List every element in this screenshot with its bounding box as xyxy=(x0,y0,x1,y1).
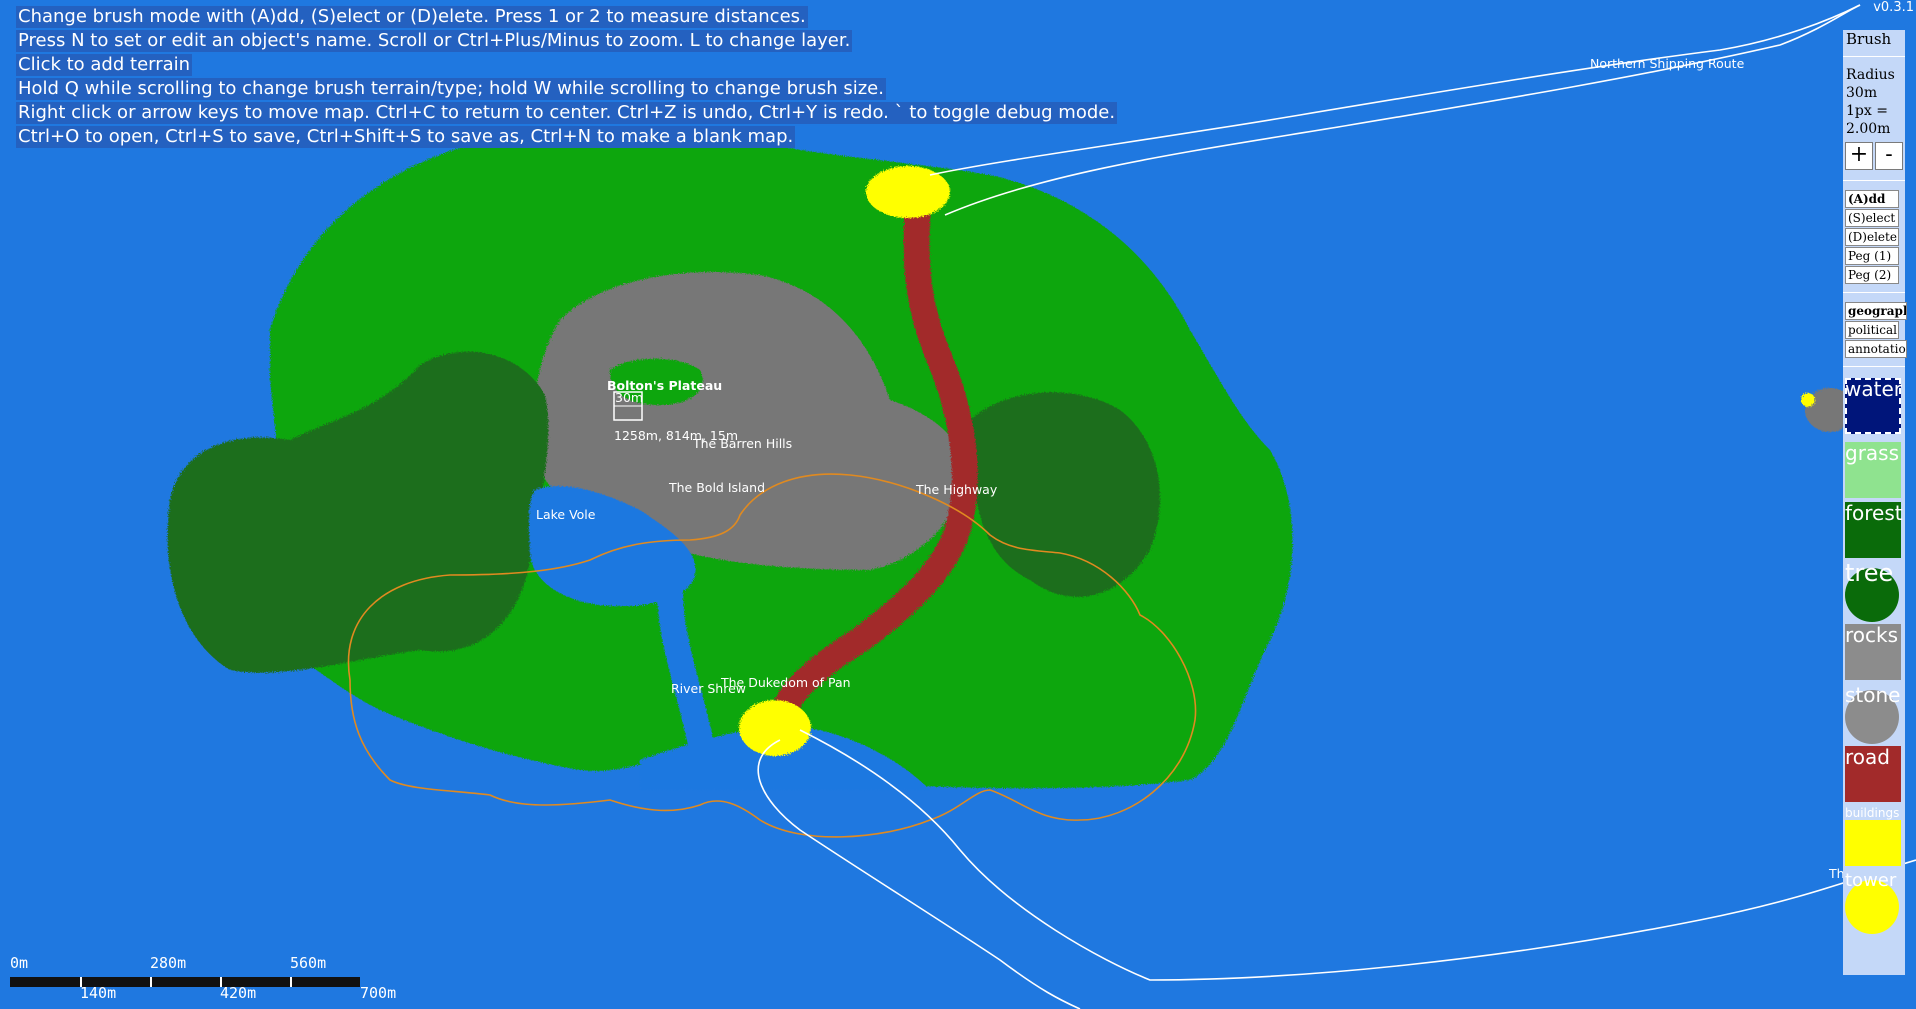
scale-tick-420: 420m xyxy=(220,984,257,1002)
bold-island-label: The Bold Island xyxy=(668,480,765,495)
peg-2-button[interactable]: Peg (2) xyxy=(1845,266,1899,284)
divider xyxy=(1843,56,1905,57)
northern-route-label: Northern Shipping Route xyxy=(1590,56,1745,71)
radius-label: Radius xyxy=(1846,67,1895,83)
help-line-4: Hold Q while scrolling to change brush t… xyxy=(16,78,886,100)
scale-value: 2.00m xyxy=(1846,121,1891,137)
highway-label: The Highway xyxy=(915,482,998,497)
help-line-6: Ctrl+O to open, Ctrl+S to save, Ctrl+Shi… xyxy=(16,126,796,148)
scale-tick-700: 700m xyxy=(360,984,397,1002)
radius-value: 30m xyxy=(1846,85,1878,101)
scale-bar-line xyxy=(10,977,360,987)
east-islet-building xyxy=(1801,393,1815,407)
help-line-2: Press N to set or edit an object's name.… xyxy=(16,30,853,52)
mode-add-button[interactable]: (A)dd xyxy=(1845,190,1899,208)
lake-vole-label: Lake Vole xyxy=(536,507,596,522)
increase-radius-button[interactable]: + xyxy=(1845,142,1873,170)
terrain-road-swatch[interactable]: road xyxy=(1845,746,1901,806)
help-text: Change brush mode with (A)dd, (S)elect o… xyxy=(16,6,1118,150)
scale-tick-280: 280m xyxy=(150,954,187,972)
buildings-swatch-fill xyxy=(1845,820,1901,866)
scale-tick-mark xyxy=(150,977,152,987)
divider xyxy=(1843,180,1905,181)
decrease-radius-button[interactable]: - xyxy=(1875,142,1903,170)
scale-bar: 0m 280m 560m 140m 420m 700m xyxy=(10,952,396,1006)
terrain-name: buildings xyxy=(1845,806,1900,820)
south-town xyxy=(739,700,811,756)
terrain-name: stone xyxy=(1845,683,1901,707)
terrain-grass-swatch[interactable]: grass xyxy=(1845,442,1901,502)
peg-1-button[interactable]: Peg (1) xyxy=(1845,247,1899,265)
scale-label: 1px = xyxy=(1846,103,1888,119)
barren-hills-label: The Barren Hills xyxy=(692,436,792,451)
terrain-tree-swatch[interactable]: tree xyxy=(1845,559,1901,622)
terrain-name: water xyxy=(1845,377,1902,401)
panel-title: Brush xyxy=(1846,30,1892,48)
help-line-3: Click to add terrain xyxy=(16,54,193,76)
radius-info: Radius 30m 1px = 2.00m xyxy=(1846,66,1895,138)
terrain-rocks-swatch[interactable]: rocks xyxy=(1845,624,1901,684)
terrain-forest-swatch[interactable]: forest xyxy=(1845,501,1903,562)
map-canvas[interactable]: Northern Shipping Route Bolton's Plateau… xyxy=(0,0,1916,1009)
brush-panel: Brush Radius 30m 1px = 2.00m + - (A)dd (… xyxy=(1843,30,1907,975)
mode-select-button[interactable]: (S)elect xyxy=(1845,209,1899,227)
terrain-stone-swatch[interactable]: stone xyxy=(1845,684,1901,744)
plateau-marker-text: 30m xyxy=(615,390,643,405)
scale-tick-560: 560m xyxy=(290,954,327,972)
terrain-name: tree xyxy=(1845,559,1894,587)
help-line-5: Right click or arrow keys to move map. C… xyxy=(16,102,1118,124)
terrain-name: forest xyxy=(1845,501,1903,525)
terrain-name: grass xyxy=(1845,441,1900,465)
terrain-tower-swatch[interactable]: tower xyxy=(1845,870,1901,934)
mode-delete-button[interactable]: (D)elete xyxy=(1845,228,1899,246)
scale-tick-mark xyxy=(290,977,292,987)
layer-annotation-button[interactable]: annotation xyxy=(1845,340,1907,358)
terrain-buildings-swatch[interactable]: buildings xyxy=(1845,806,1901,866)
terrain-name: rocks xyxy=(1845,623,1899,647)
terrain-water-swatch[interactable]: water xyxy=(1845,377,1902,438)
terrain-name: tower xyxy=(1845,870,1897,891)
help-line-1: Change brush mode with (A)dd, (S)elect o… xyxy=(16,6,808,28)
scale-tick-140: 140m xyxy=(80,984,117,1002)
divider xyxy=(1843,292,1905,293)
river-shrew-label: River Shrew xyxy=(671,681,746,696)
divider xyxy=(1843,366,1905,367)
layer-political-button[interactable]: political xyxy=(1845,321,1899,339)
scale-tick-0: 0m xyxy=(10,954,29,972)
terrain-name: road xyxy=(1845,745,1890,769)
version-label: v0.3.1 xyxy=(1873,0,1914,15)
layer-geography-button[interactable]: geography xyxy=(1845,302,1907,320)
